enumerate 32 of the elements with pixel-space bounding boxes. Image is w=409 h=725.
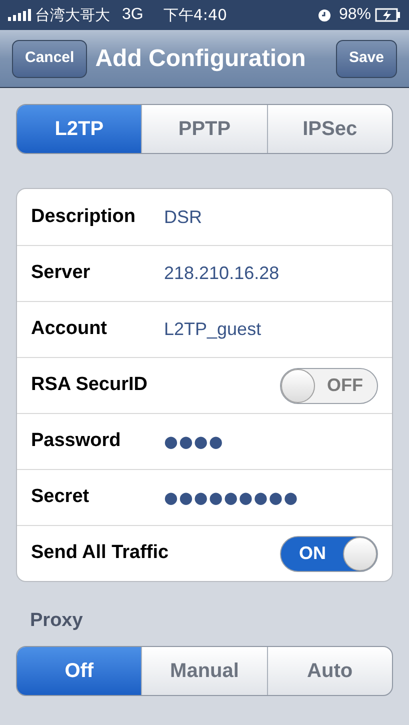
signal-icon [8, 9, 31, 21]
segment-tab[interactable]: L2TP [17, 105, 142, 153]
field-label: Secret [31, 485, 90, 510]
toggle-switch[interactable]: ON [280, 536, 378, 572]
field-label: Server [31, 261, 92, 286]
segment-tab[interactable]: IPSec [266, 105, 392, 153]
field-value[interactable]: DSR [164, 204, 202, 230]
segment-tab[interactable]: PPTP [141, 105, 267, 153]
field-label: Description [31, 204, 137, 229]
field-value[interactable]: 218.210.16.28 [164, 260, 280, 287]
segment-tab[interactable]: Auto [266, 646, 392, 694]
field-label: RSA SecurID [31, 373, 148, 398]
password-field[interactable]: ●●●● [164, 430, 224, 454]
cancel-button[interactable]: Cancel [12, 40, 88, 78]
window-title: Add Configuration [95, 44, 307, 74]
save-button[interactable]: Save [336, 40, 397, 78]
switch-knob [281, 368, 315, 402]
segment-tab[interactable]: Manual [141, 646, 267, 694]
segment-tab[interactable]: Off [17, 646, 142, 694]
battery-percent: 98% [338, 5, 371, 25]
field-value[interactable]: L2TP_guest [164, 316, 262, 343]
battery-charging-icon [375, 8, 401, 22]
section-header: Proxy [30, 609, 84, 633]
network-type: 3G [122, 5, 144, 25]
field-label: Password [31, 429, 122, 454]
status-time: 下午4:40 [163, 4, 228, 26]
carrier-name: 台湾大哥大 [35, 4, 110, 26]
switch-knob [343, 536, 377, 570]
password-field[interactable]: ●●●●●●●●● [164, 486, 299, 510]
clock-icon [318, 8, 331, 22]
field-label: Account [31, 317, 108, 342]
toggle-switch[interactable]: OFF [280, 368, 378, 404]
